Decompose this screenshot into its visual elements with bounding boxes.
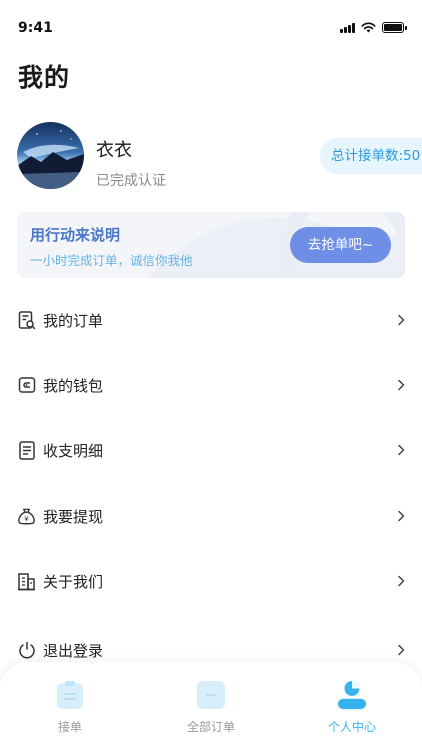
orders-icon [196, 680, 226, 710]
chevron-right-icon [395, 444, 407, 456]
money-bag-icon: ¥ [17, 507, 36, 526]
battery-icon [382, 22, 407, 33]
page-title: 我的 [18, 63, 71, 92]
verification-status: 已完成认证 [96, 173, 166, 189]
tab-label: 全部订单 [186, 720, 235, 734]
tab-all-orders[interactable]: 全部订单 [151, 680, 271, 740]
menu-item-my-wallet[interactable]: 我的钱包 [17, 365, 407, 405]
chevron-right-icon [395, 510, 407, 522]
menu-item-transaction-details[interactable]: 收支明细 [17, 430, 407, 470]
menu-item-my-orders[interactable]: 我的订单 [17, 300, 407, 340]
banner-subtitle: 一小时完成订单，诚信你我他 [30, 253, 193, 268]
power-icon [17, 641, 36, 660]
svg-text:¥: ¥ [24, 514, 29, 523]
tab-label: 个人中心 [327, 720, 376, 734]
tab-take-order[interactable]: 接单 [10, 680, 130, 740]
chevron-right-icon [395, 379, 407, 391]
menu-item-about-us[interactable]: 关于我们 [17, 561, 407, 601]
status-icons [340, 22, 407, 33]
menu-label: 我的钱包 [43, 376, 104, 395]
clipboard-icon [55, 680, 85, 710]
person-icon [337, 680, 367, 710]
status-bar: 9:41 [0, 0, 422, 44]
user-name: 衣衣 [96, 140, 132, 161]
promo-banner: 用行动来说明 一小时完成订单，诚信你我他 去抢单吧~ [17, 212, 405, 278]
cellular-signal-icon [340, 22, 355, 33]
document-list-icon [17, 440, 36, 460]
menu-item-withdraw[interactable]: ¥ 我要提现 [17, 496, 407, 536]
wifi-icon [361, 22, 376, 33]
menu-label: 关于我们 [43, 572, 104, 591]
menu-label: 退出登录 [43, 641, 104, 660]
status-time: 9:41 [18, 20, 53, 36]
menu-label: 我要提现 [43, 507, 104, 526]
chevron-right-icon [395, 575, 407, 587]
tab-profile[interactable]: 个人中心 [292, 680, 412, 740]
order-count-badge: 总计接单数:50 [320, 138, 422, 174]
building-icon [17, 572, 36, 591]
wallet-icon [17, 376, 36, 395]
grab-order-button[interactable]: 去抢单吧~ [290, 227, 391, 263]
avatar[interactable] [17, 122, 84, 189]
bottom-tab-bar: 接单 全部订单 个人中心 [0, 662, 422, 750]
chevron-right-icon [395, 314, 407, 326]
menu-label: 我的订单 [43, 311, 104, 330]
order-search-icon [17, 310, 36, 330]
tab-label: 接单 [57, 720, 82, 734]
banner-title: 用行动来说明 [30, 226, 121, 244]
chevron-right-icon [395, 644, 407, 656]
menu-label: 收支明细 [43, 441, 104, 460]
